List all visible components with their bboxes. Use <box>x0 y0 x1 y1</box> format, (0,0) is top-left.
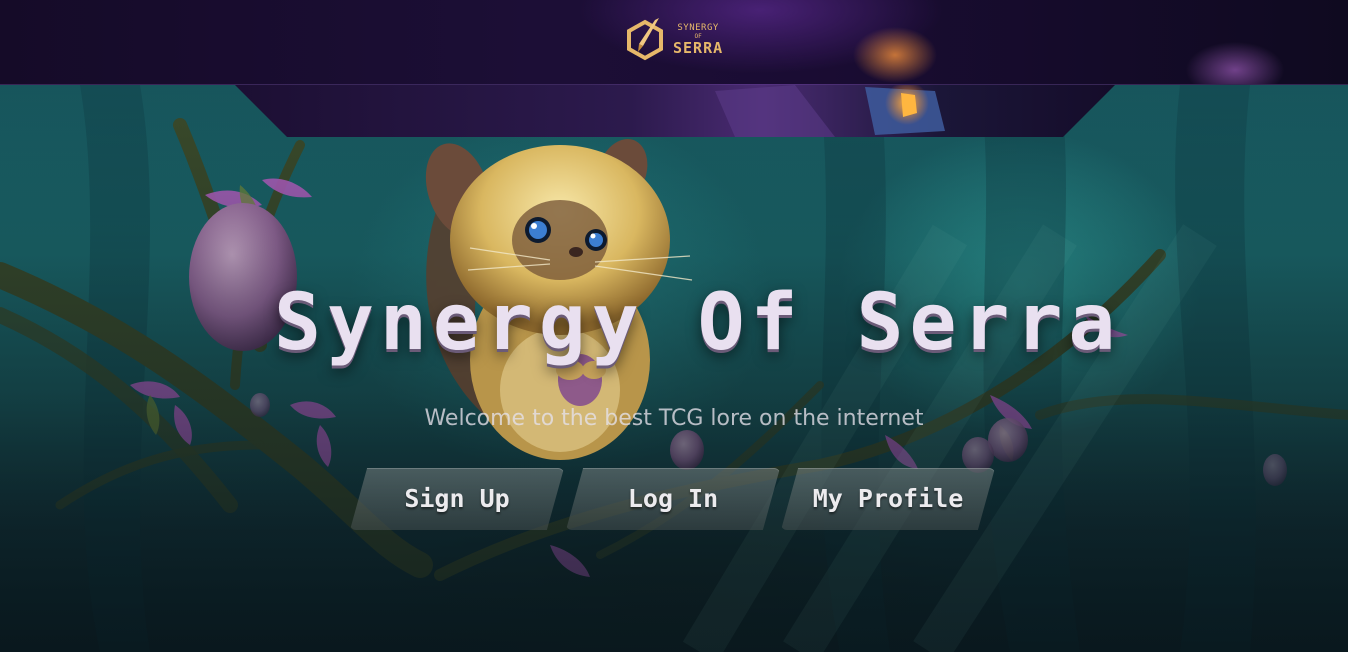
logo-line-3: SERRA <box>673 39 724 57</box>
log-in-label: Log In <box>627 484 719 513</box>
sign-up-button[interactable]: Sign Up <box>350 468 564 530</box>
hero-subtitle: Welcome to the best TCG lore on the inte… <box>424 406 924 431</box>
hero-title: Synergy Of Serra <box>274 278 1122 368</box>
log-in-button[interactable]: Log In <box>566 468 780 530</box>
sign-up-label: Sign Up <box>404 484 510 513</box>
my-profile-label: My Profile <box>812 484 964 513</box>
landing-page: SYNERGY OF SERRA Synergy Of Serra Welcom… <box>0 0 1348 652</box>
site-logo[interactable]: SYNERGY OF SERRA <box>621 15 729 65</box>
header-notch-panel <box>235 85 1115 137</box>
logo-wordmark: SYNERGY OF SERRA <box>673 24 723 56</box>
top-bar: SYNERGY OF SERRA <box>0 0 1348 85</box>
my-profile-button[interactable]: My Profile <box>781 468 995 530</box>
logo-line-1: SYNERGY <box>677 23 719 33</box>
hexagon-blade-logo-icon <box>627 18 663 61</box>
hero-action-buttons: Sign Up Log In My Profile <box>350 468 1000 532</box>
